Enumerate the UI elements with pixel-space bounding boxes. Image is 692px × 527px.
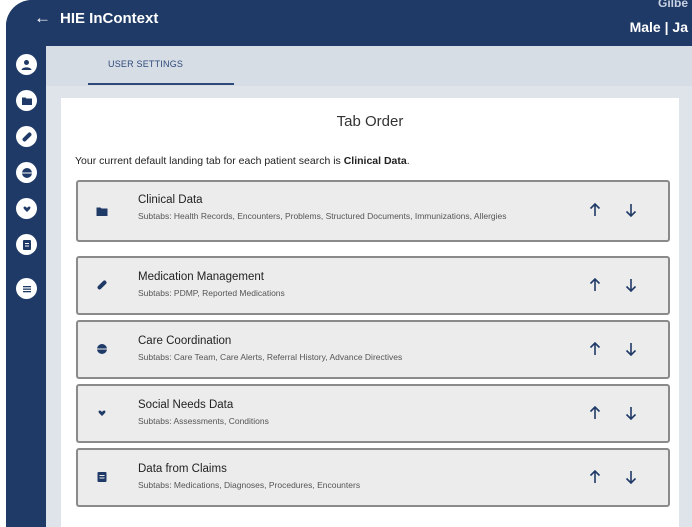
move-up-button[interactable] <box>587 202 603 218</box>
tab-user-settings[interactable]: USER SETTINGS <box>108 59 183 69</box>
tab-order-card: Tab Order Your current default landing t… <box>61 98 679 527</box>
folder-icon <box>95 204 109 218</box>
document-icon[interactable] <box>16 234 37 255</box>
tab-row-medication-management[interactable]: Medication Management Subtabs: PDMP, Rep… <box>76 256 670 315</box>
pill-icon <box>95 278 109 292</box>
move-down-button[interactable] <box>623 341 639 357</box>
document-icon <box>95 470 109 484</box>
heart-hands-icon <box>95 406 109 420</box>
heart-hands-icon[interactable] <box>16 198 37 219</box>
list-icon[interactable] <box>16 278 37 299</box>
app-title: HIE InContext <box>60 10 159 27</box>
move-down-button[interactable] <box>623 469 639 485</box>
app-window: ← HIE InContext Gilbe Male | Ja USER SET… <box>6 0 692 527</box>
active-tab-indicator <box>88 83 234 85</box>
tab-row-data-from-claims[interactable]: Data from Claims Subtabs: Medications, D… <box>76 448 670 507</box>
tab-strip: USER SETTINGS <box>46 46 692 86</box>
move-up-button[interactable] <box>587 277 603 293</box>
folder-icon[interactable] <box>16 90 37 111</box>
page-title: Tab Order <box>336 113 404 130</box>
move-up-button[interactable] <box>587 405 603 421</box>
tab-row-clinical-data[interactable]: Clinical Data Subtabs: Health Records, E… <box>76 180 670 242</box>
move-down-button[interactable] <box>623 405 639 421</box>
patient-name: Gilbe <box>657 0 688 10</box>
user-icon[interactable] <box>16 54 37 75</box>
row-subtitle: Subtabs: PDMP, Reported Medications <box>138 288 285 298</box>
move-up-button[interactable] <box>587 469 603 485</box>
tab-row-care-coordination[interactable]: Care Coordination Subtabs: Care Team, Ca… <box>76 320 670 379</box>
move-down-button[interactable] <box>623 277 639 293</box>
main-content: USER SETTINGS Tab Order Your current def… <box>46 46 692 527</box>
move-down-button[interactable] <box>623 202 639 218</box>
globe-icon[interactable] <box>16 162 37 183</box>
side-rail <box>6 46 46 527</box>
row-title: Data from Claims <box>138 463 227 475</box>
intro-text: Your current default landing tab for eac… <box>75 155 344 167</box>
row-title: Social Needs Data <box>138 399 234 411</box>
default-tab-message: Your current default landing tab for eac… <box>75 155 410 167</box>
move-up-button[interactable] <box>587 341 603 357</box>
intro-period: . <box>406 155 410 167</box>
row-title: Medication Management <box>138 271 264 283</box>
back-arrow-icon[interactable]: ← <box>34 8 51 28</box>
default-tab-name: Clinical Data <box>343 155 407 167</box>
row-subtitle: Subtabs: Health Records, Encounters, Pro… <box>138 211 507 221</box>
tab-row-social-needs-data[interactable]: Social Needs Data Subtabs: Assessments, … <box>76 384 670 443</box>
patient-meta: Male | Ja <box>629 19 688 35</box>
globe-icon <box>95 342 109 356</box>
top-bar: ← HIE InContext Gilbe Male | Ja <box>6 0 692 46</box>
row-subtitle: Subtabs: Assessments, Conditions <box>138 416 269 426</box>
row-title: Care Coordination <box>138 335 232 347</box>
row-title: Clinical Data <box>138 194 203 206</box>
row-subtitle: Subtabs: Medications, Diagnoses, Procedu… <box>138 480 361 490</box>
row-subtitle: Subtabs: Care Team, Care Alerts, Referra… <box>138 352 403 362</box>
pill-icon[interactable] <box>16 126 37 147</box>
